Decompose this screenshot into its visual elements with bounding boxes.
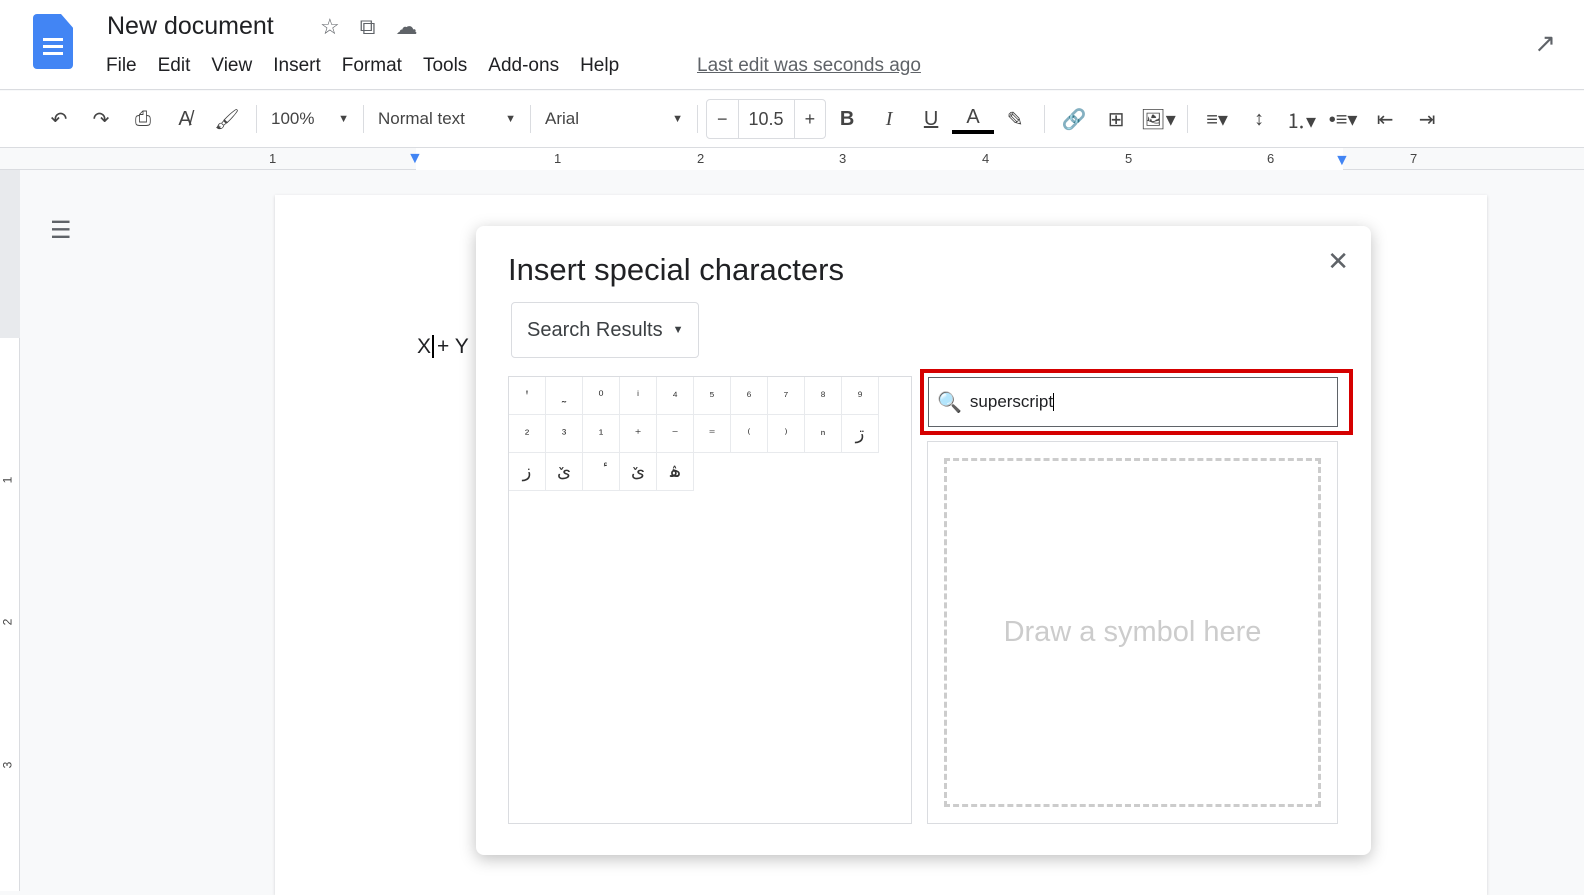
- menu-file[interactable]: File: [106, 55, 137, 77]
- toolbar: ↶ ↷ ⎙ A̸ 🖌 100% ▼ Normal text ▼ Arial ▼ − 1…: [0, 91, 1584, 148]
- character-cell[interactable]: ³: [546, 415, 583, 453]
- horizontal-ruler[interactable]: 1 1 2 3 4 5 6 7 ▼ ▼: [0, 148, 1584, 170]
- paint-format-icon[interactable]: 🖌: [206, 101, 248, 137]
- star-icon[interactable]: ☆: [320, 14, 340, 40]
- document-text[interactable]: X + Y: [417, 335, 469, 359]
- close-icon[interactable]: ✕: [1327, 246, 1349, 277]
- character-cell[interactable]: ꞌ: [509, 377, 546, 415]
- character-cell[interactable]: ⁶: [731, 377, 768, 415]
- category-dropdown[interactable]: Search Results ▼: [511, 302, 699, 358]
- font-size-stepper: − 10.5 +: [706, 99, 827, 139]
- character-cell[interactable]: ⁹: [842, 377, 879, 415]
- zoom-select[interactable]: 100% ▼: [265, 101, 355, 137]
- character-cell[interactable]: ڗ: [842, 415, 879, 453]
- search-icon: 🔍: [937, 391, 962, 414]
- image-icon[interactable]: 🖼▾: [1137, 101, 1179, 137]
- dialog-title: Insert special characters: [508, 252, 844, 287]
- font-select[interactable]: Arial ▼: [539, 101, 689, 137]
- character-cell[interactable]: ⁾: [768, 415, 805, 453]
- character-cell[interactable]: ⁰: [583, 377, 620, 415]
- menu-help[interactable]: Help: [580, 55, 619, 77]
- search-highlight: 🔍 superscript: [920, 369, 1353, 435]
- menu-format[interactable]: Format: [342, 55, 402, 77]
- character-cell[interactable]: ⁷: [768, 377, 805, 415]
- menu-insert[interactable]: Insert: [273, 55, 321, 77]
- line-spacing-icon[interactable]: ↕: [1238, 101, 1280, 137]
- character-cell[interactable]: ۿ: [657, 453, 694, 491]
- align-icon[interactable]: ≡▾: [1196, 101, 1238, 137]
- menu-view[interactable]: View: [211, 55, 252, 77]
- character-cell[interactable]: ˷: [546, 377, 583, 415]
- character-cell[interactable]: ¹: [583, 415, 620, 453]
- app-header: New document ☆ ⧉ ☁ File Edit View Insert…: [0, 0, 1584, 90]
- character-cell[interactable]: ⁴: [657, 377, 694, 415]
- link-icon[interactable]: 🔗: [1053, 101, 1095, 137]
- character-cell[interactable]: ⁸: [805, 377, 842, 415]
- last-edit-link[interactable]: Last edit was seconds ago: [697, 55, 921, 77]
- print-icon[interactable]: ⎙: [122, 101, 164, 137]
- comment-icon[interactable]: ⊞: [1095, 101, 1137, 137]
- activity-trend-icon[interactable]: ↗: [1534, 28, 1556, 59]
- underline-icon[interactable]: U: [910, 101, 952, 137]
- character-cell[interactable]: ⁵: [694, 377, 731, 415]
- character-cell[interactable]: ٔ: [583, 453, 620, 491]
- undo-icon[interactable]: ↶: [38, 101, 80, 137]
- spellcheck-icon[interactable]: A̸: [164, 101, 206, 137]
- increase-indent-icon[interactable]: ⇥: [1406, 101, 1448, 137]
- document-outline-icon[interactable]: ☰: [50, 216, 72, 245]
- style-select[interactable]: Normal text ▼: [372, 101, 522, 137]
- redo-icon[interactable]: ↷: [80, 101, 122, 137]
- vertical-ruler[interactable]: 1 2 3: [0, 170, 20, 891]
- decrease-indent-icon[interactable]: ⇤: [1364, 101, 1406, 137]
- right-indent-handle[interactable]: ▼: [1334, 152, 1350, 170]
- character-cell[interactable]: ⁺: [620, 415, 657, 453]
- draw-symbol-area[interactable]: Draw a symbol here: [927, 441, 1338, 824]
- menu-tools[interactable]: Tools: [423, 55, 467, 77]
- bulleted-list-icon[interactable]: •≡▾: [1322, 101, 1364, 137]
- numbered-list-icon[interactable]: ⒈▾: [1280, 101, 1322, 137]
- font-size-input[interactable]: 10.5: [737, 100, 795, 138]
- character-cell[interactable]: ێ: [546, 453, 583, 491]
- docs-logo[interactable]: [33, 14, 73, 69]
- bold-icon[interactable]: B: [826, 101, 868, 137]
- character-cell[interactable]: ⁽: [731, 415, 768, 453]
- move-folder-icon[interactable]: ⧉: [360, 14, 376, 40]
- character-cell[interactable]: ⁼: [694, 415, 731, 453]
- left-indent-handle[interactable]: ▼: [407, 150, 423, 168]
- italic-icon[interactable]: I: [868, 101, 910, 137]
- decrease-font-size-button[interactable]: −: [707, 109, 738, 130]
- search-input[interactable]: 🔍 superscript: [928, 377, 1338, 427]
- menu-addons[interactable]: Add-ons: [488, 55, 559, 77]
- highlight-icon[interactable]: ✎: [994, 101, 1036, 137]
- insert-special-characters-dialog: Insert special characters ✕ Search Resul…: [476, 226, 1371, 855]
- text-color-icon[interactable]: A: [952, 104, 995, 134]
- cloud-saved-icon[interactable]: ☁: [395, 14, 417, 40]
- character-cell[interactable]: ⁿ: [805, 415, 842, 453]
- character-cell[interactable]: ⁱ: [620, 377, 657, 415]
- increase-font-size-button[interactable]: +: [795, 109, 826, 130]
- menu-bar: File Edit View Insert Format Tools Add-o…: [106, 55, 619, 77]
- character-grid: ꞌ˷⁰ⁱ⁴⁵⁶⁷⁸⁹²³¹⁺⁻⁼⁽⁾ⁿڗزێٔێۿ: [508, 376, 912, 824]
- character-cell[interactable]: ⁻: [657, 415, 694, 453]
- menu-edit[interactable]: Edit: [158, 55, 191, 77]
- character-cell[interactable]: ێ: [620, 453, 657, 491]
- document-title[interactable]: New document: [107, 12, 274, 41]
- character-cell[interactable]: ²: [509, 415, 546, 453]
- character-cell[interactable]: ز: [509, 453, 546, 491]
